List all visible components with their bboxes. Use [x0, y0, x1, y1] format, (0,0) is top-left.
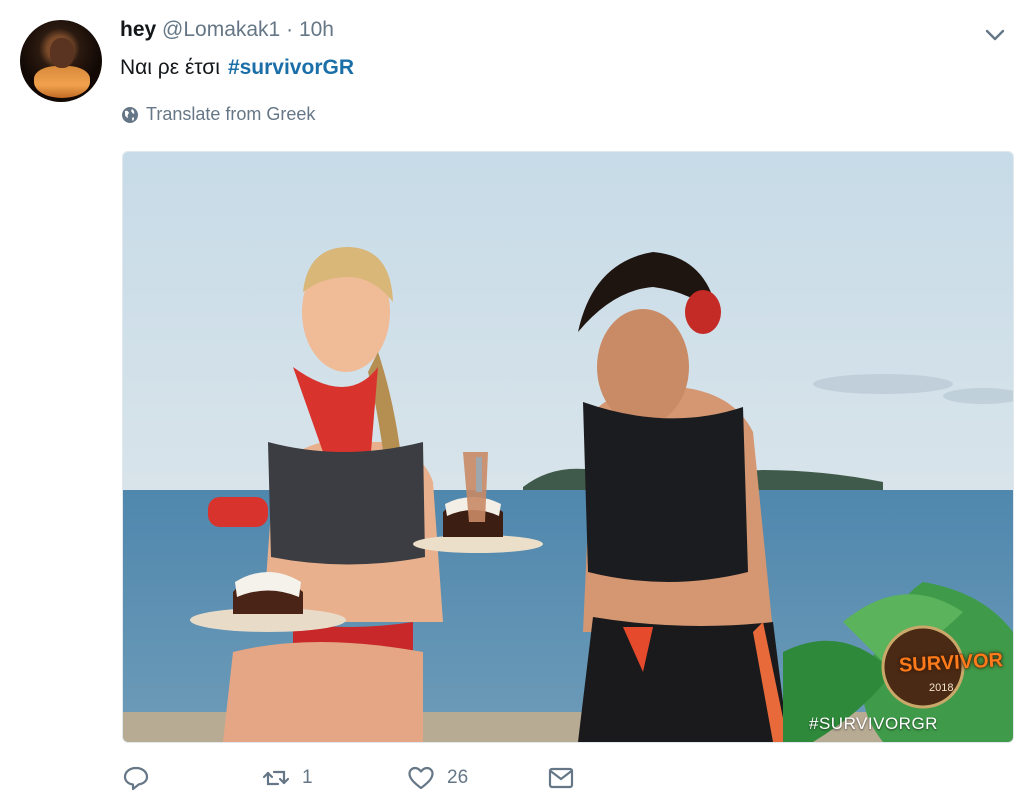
- avatar-face: [50, 38, 74, 68]
- reply-button[interactable]: [122, 764, 162, 792]
- globe-icon: [122, 106, 138, 123]
- retweet-button[interactable]: 1: [262, 764, 313, 792]
- like-count: 26: [447, 767, 469, 788]
- tweet-header: hey @Lomakak1 · 10h: [120, 18, 334, 42]
- translate-label: Translate from Greek: [146, 104, 316, 124]
- tweet-media-photo[interactable]: SURVIVOR 2018 #SURVIVORGR: [122, 151, 1014, 743]
- tweet-actions: 1 26: [122, 764, 622, 800]
- display-name[interactable]: hey: [120, 18, 156, 41]
- survivor-logo-year: 2018: [929, 682, 954, 694]
- like-icon: [408, 766, 434, 790]
- photo-illustration: [123, 152, 1013, 742]
- like-button[interactable]: 26: [407, 764, 468, 792]
- retweet-icon: [262, 770, 290, 786]
- tweet-body: Ναι ρε έτσι: [120, 56, 220, 79]
- survivor-watermark-hashtag: #SURVIVORGR: [809, 714, 938, 733]
- retweet-count: 1: [302, 767, 313, 788]
- tweet-time[interactable]: 10h: [299, 18, 334, 41]
- user-handle[interactable]: @Lomakak1: [162, 18, 280, 41]
- tweet-text: Ναι ρε έτσι #survivorGR: [120, 56, 354, 80]
- direct-message-button[interactable]: [547, 764, 575, 792]
- separator-dot: ·: [286, 18, 294, 41]
- message-icon: [548, 767, 574, 789]
- reply-icon: [123, 766, 149, 791]
- chevron-down-icon[interactable]: [984, 26, 1006, 44]
- translate-link[interactable]: Translate from Greek: [121, 104, 315, 125]
- avatar[interactable]: [20, 20, 102, 102]
- avatar-glow: [34, 66, 90, 98]
- hashtag-link[interactable]: #survivorGR: [228, 56, 354, 79]
